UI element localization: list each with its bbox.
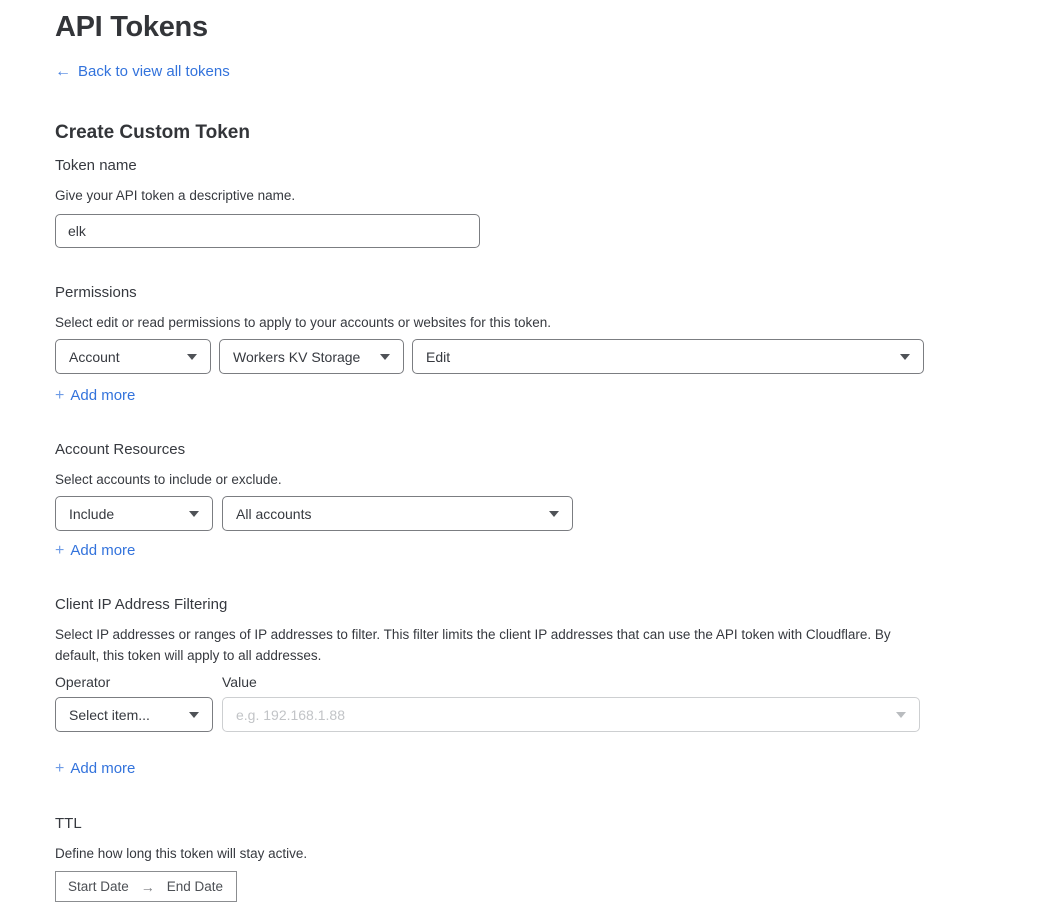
ip-filtering-column-labels: Operator Value	[55, 675, 1043, 690]
ip-filtering-description: Select IP addresses or ranges of IP addr…	[55, 624, 908, 666]
page-title: API Tokens	[55, 10, 1043, 44]
account-resources-accounts-select[interactable]: All accounts	[222, 496, 573, 531]
token-name-label: Token name	[55, 158, 1043, 174]
ip-value-combobox[interactable]	[222, 697, 920, 732]
ip-filtering-row: Select item...	[55, 697, 1043, 732]
chevron-down-icon	[189, 712, 199, 718]
ip-filtering-add-more-link[interactable]: + Add more	[55, 761, 135, 777]
ttl-label: TTL	[55, 816, 1043, 832]
back-arrow-icon: ←	[55, 64, 71, 80]
operator-label: Operator	[55, 675, 222, 690]
plus-icon: +	[55, 543, 64, 559]
create-custom-token-heading: Create Custom Token	[55, 123, 1043, 143]
chevron-down-icon	[549, 511, 559, 517]
account-resources-row: Include All accounts	[55, 496, 1043, 531]
back-to-tokens-link[interactable]: ← Back to view all tokens	[55, 64, 230, 80]
account-resources-mode-value: Include	[69, 506, 114, 522]
ttl-date-range-picker[interactable]: Start Date → End Date	[55, 871, 237, 902]
plus-icon: +	[55, 388, 64, 404]
end-date-field[interactable]: End Date	[167, 879, 223, 894]
account-resources-add-more-link[interactable]: + Add more	[55, 543, 135, 559]
account-resources-accounts-value: All accounts	[236, 506, 311, 522]
back-link-label: Back to view all tokens	[78, 64, 230, 80]
chevron-down-icon	[900, 354, 910, 360]
account-resources-label: Account Resources	[55, 442, 1043, 458]
start-date-field[interactable]: Start Date	[68, 879, 129, 894]
plus-icon: +	[55, 761, 64, 777]
chevron-down-icon	[896, 712, 906, 718]
add-more-label: Add more	[70, 761, 135, 777]
permission-scope-value: Account	[69, 349, 120, 365]
add-more-label: Add more	[70, 543, 135, 559]
permission-access-select[interactable]: Edit	[412, 339, 924, 374]
permission-scope-select[interactable]: Account	[55, 339, 211, 374]
token-name-description: Give your API token a descriptive name.	[55, 185, 1043, 206]
permissions-label: Permissions	[55, 285, 1043, 301]
token-name-input[interactable]	[55, 214, 480, 248]
value-label: Value	[222, 675, 257, 690]
permissions-add-more-link[interactable]: + Add more	[55, 388, 135, 404]
permissions-row: Account Workers KV Storage Edit	[55, 339, 1043, 374]
ttl-description: Define how long this token will stay act…	[55, 843, 1043, 864]
ip-operator-value: Select item...	[69, 707, 150, 723]
account-resources-mode-select[interactable]: Include	[55, 496, 213, 531]
permission-resource-value: Workers KV Storage	[233, 349, 360, 365]
chevron-down-icon	[187, 354, 197, 360]
ip-filtering-label: Client IP Address Filtering	[55, 597, 1043, 613]
permission-access-value: Edit	[426, 349, 450, 365]
account-resources-description: Select accounts to include or exclude.	[55, 469, 1043, 490]
ip-operator-select[interactable]: Select item...	[55, 697, 213, 732]
api-tokens-page: API Tokens ← Back to view all tokens Cre…	[0, 0, 1043, 902]
permission-resource-select[interactable]: Workers KV Storage	[219, 339, 404, 374]
chevron-down-icon	[189, 511, 199, 517]
arrow-right-icon: →	[141, 879, 155, 895]
add-more-label: Add more	[70, 388, 135, 404]
chevron-down-icon	[380, 354, 390, 360]
permissions-description: Select edit or read permissions to apply…	[55, 312, 1043, 333]
ip-value-input[interactable]	[236, 707, 888, 723]
